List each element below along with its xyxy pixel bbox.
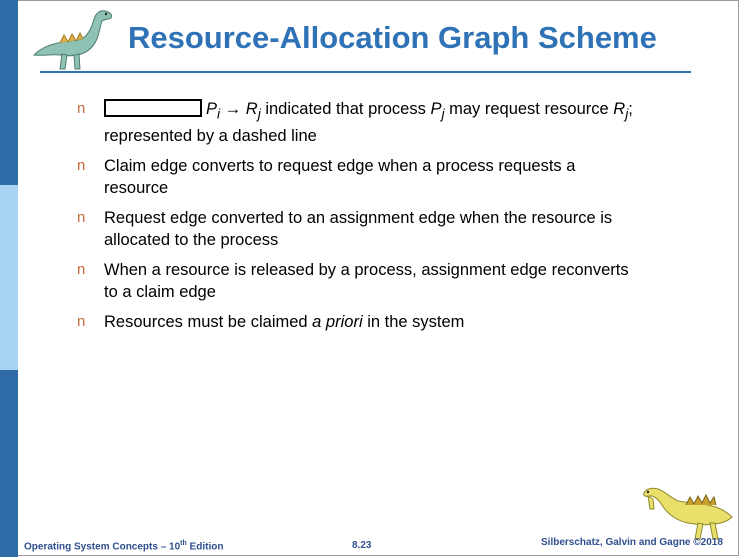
process-symbol: P bbox=[430, 100, 442, 118]
footer-book-title: Operating System Concepts – 10th Edition bbox=[24, 540, 223, 552]
arrow-symbol: → bbox=[224, 100, 242, 118]
bullet-list: n Pi → Rj indicated that process Pj may … bbox=[77, 98, 637, 341]
footer-edition-word: Edition bbox=[186, 541, 224, 553]
bullet-text: When a resource is released by a process… bbox=[104, 261, 629, 302]
redaction-box bbox=[104, 99, 202, 117]
process-subscript: i bbox=[217, 106, 221, 122]
bullet-italic-text: a priori bbox=[312, 313, 363, 332]
resource-symbol: R bbox=[245, 100, 258, 118]
bullet-item: n Claim edge converts to request edge wh… bbox=[77, 155, 637, 199]
sidebar-highlight bbox=[0, 185, 18, 370]
dinosaur-logo-icon bbox=[643, 487, 733, 540]
left-sidebar-bar bbox=[0, 0, 18, 557]
bullet-marker: n bbox=[77, 209, 86, 227]
slide-title: Resource-Allocation Graph Scheme bbox=[128, 20, 657, 55]
bullet-marker: n bbox=[77, 261, 86, 279]
footer-book-text: Operating System Concepts – 10 bbox=[24, 541, 181, 553]
bullet-marker: n bbox=[77, 313, 86, 331]
bullet-text: indicated that process bbox=[260, 100, 431, 118]
bullet-item: n Request edge converted to an assignmen… bbox=[77, 207, 637, 251]
bullet-marker: n bbox=[77, 157, 86, 175]
bullet-item: n When a resource is released by a proce… bbox=[77, 259, 637, 303]
resource-symbol: R bbox=[613, 100, 626, 118]
bullet-marker: n bbox=[77, 100, 86, 117]
footer-copyright: Silberschatz, Galvin and Gagne ©2018 bbox=[541, 537, 723, 548]
bullet-text: may request resource bbox=[444, 100, 614, 118]
footer-page-number: 8.23 bbox=[352, 540, 372, 551]
bullet-item: n Pi → Rj indicated that process Pj may … bbox=[77, 98, 637, 147]
bullet-text: Request edge converted to an assignment … bbox=[104, 209, 613, 250]
bullet-text: Resources must be claimed bbox=[104, 313, 313, 332]
bullet-text: in the system bbox=[362, 313, 465, 332]
footer-edition-sup: th bbox=[180, 540, 187, 547]
title-underline bbox=[40, 71, 691, 73]
bullet-text: Claim edge converts to request edge when… bbox=[104, 157, 576, 198]
process-symbol: P bbox=[206, 100, 218, 118]
bullet-item: n Resources must be claimed a priori in … bbox=[77, 311, 637, 333]
dinosaur-logo-icon bbox=[32, 10, 113, 70]
